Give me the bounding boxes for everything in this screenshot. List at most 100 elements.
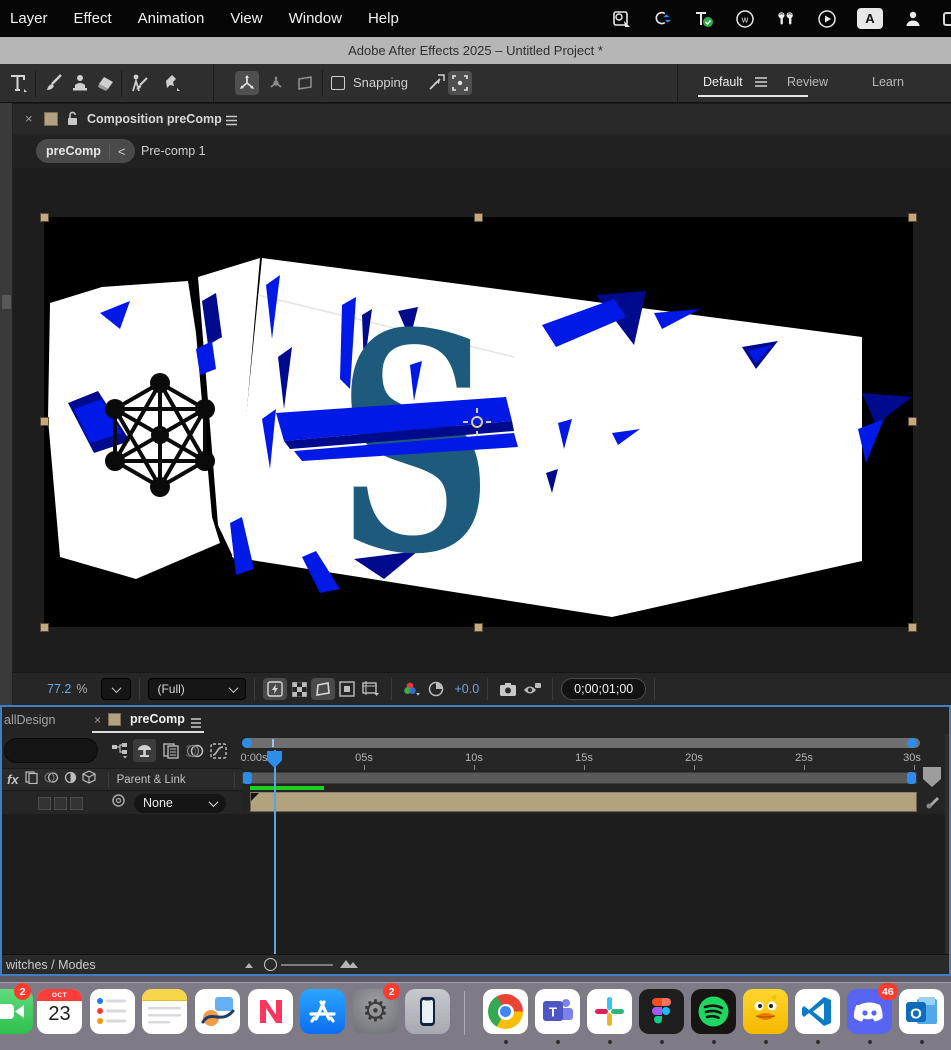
navigator-right-cap[interactable] bbox=[907, 738, 917, 748]
workspace-tab-review[interactable]: Review bbox=[787, 75, 828, 89]
graph-editor-icon[interactable] bbox=[207, 739, 230, 762]
dock-chrome[interactable] bbox=[483, 989, 528, 1034]
draft-3d-icon[interactable] bbox=[133, 739, 156, 762]
brush-tool[interactable] bbox=[42, 71, 66, 95]
menu-layer[interactable]: Layer bbox=[10, 10, 48, 27]
parent-link-header[interactable]: Parent & Link bbox=[117, 774, 186, 786]
comp-mini-flowchart-icon[interactable] bbox=[108, 739, 131, 762]
dock-iphone-mirroring[interactable] bbox=[405, 989, 450, 1034]
switches-modes-toggle[interactable]: witches / Modes bbox=[6, 958, 96, 972]
dock-teams[interactable]: T bbox=[535, 989, 580, 1034]
timeline-tab-alldesign[interactable]: allDesign bbox=[4, 713, 55, 727]
clone-stamp-tool[interactable] bbox=[68, 71, 92, 95]
selection-handle-mid-right[interactable] bbox=[908, 417, 917, 426]
timecode-display[interactable]: 0;00;01;00 bbox=[561, 678, 646, 700]
unlock-icon[interactable] bbox=[66, 111, 79, 131]
type-tool[interactable] bbox=[6, 71, 30, 95]
comp-marker-icon[interactable] bbox=[924, 793, 942, 816]
fx-column-icon[interactable]: fx bbox=[7, 772, 19, 787]
workspace-tab-default[interactable]: Default bbox=[703, 75, 743, 89]
breadcrumb-current-comp[interactable]: preComp < bbox=[36, 139, 135, 163]
time-ruler[interactable]: 0:00s 05s 10s 15s 20s 25s 30s bbox=[242, 750, 920, 770]
text-check-icon[interactable] bbox=[693, 8, 715, 30]
3d-layer-column-icon[interactable] bbox=[82, 770, 96, 789]
comp-canvas[interactable]: S bbox=[44, 217, 913, 627]
fast-preview-button[interactable] bbox=[263, 678, 287, 700]
selection-handle-bottom-center[interactable] bbox=[474, 623, 483, 632]
dock-calendar[interactable]: OCT 23 bbox=[37, 989, 82, 1034]
timeline-tab-label-color[interactable] bbox=[108, 713, 121, 726]
zoom-out-mountain-icon[interactable] bbox=[244, 956, 258, 974]
menu-effect[interactable]: Effect bbox=[74, 10, 112, 27]
comp-tab-label[interactable]: Composition preComp bbox=[87, 112, 222, 126]
menu-window[interactable]: Window bbox=[289, 10, 342, 27]
roto-brush-tool[interactable] bbox=[127, 71, 151, 95]
dock-notes[interactable] bbox=[142, 989, 187, 1034]
exposure-reset-icon[interactable] bbox=[424, 678, 448, 700]
breadcrumb-parent-comp[interactable]: Pre-comp 1 bbox=[141, 144, 206, 158]
dock-app-store[interactable] bbox=[300, 989, 345, 1034]
user-icon[interactable] bbox=[902, 8, 924, 30]
timeline-search-input[interactable] bbox=[4, 738, 98, 763]
resolution-dropdown[interactable]: (Full) bbox=[148, 678, 246, 700]
local-axis-mode-button[interactable] bbox=[235, 71, 259, 95]
workspace-tab-learn[interactable]: Learn bbox=[872, 75, 904, 89]
zoom-in-mountain-icon[interactable] bbox=[339, 956, 359, 974]
workspace-menu-icon[interactable] bbox=[752, 73, 770, 91]
layer-switch-1[interactable] bbox=[38, 797, 51, 810]
eraser-tool[interactable] bbox=[94, 71, 118, 95]
frame-blending-icon[interactable] bbox=[159, 739, 182, 762]
composition-viewer[interactable]: S bbox=[13, 168, 951, 672]
airpods-icon[interactable] bbox=[775, 8, 797, 30]
selection-handle-top-left[interactable] bbox=[40, 213, 49, 222]
work-area-start-handle[interactable] bbox=[243, 772, 252, 784]
view-axis-mode-button[interactable] bbox=[293, 71, 317, 95]
region-of-interest-button[interactable] bbox=[335, 678, 359, 700]
selection-handle-bottom-left[interactable] bbox=[40, 623, 49, 632]
comp-panel-menu-icon[interactable] bbox=[225, 113, 238, 131]
dock-freeform[interactable] bbox=[195, 989, 240, 1034]
zoom-dropdown-button[interactable] bbox=[101, 678, 131, 700]
channel-rgb-button[interactable] bbox=[400, 678, 424, 700]
dock-figma[interactable] bbox=[639, 989, 684, 1034]
frame-blend-column-icon[interactable] bbox=[25, 771, 39, 789]
dock-reminders[interactable] bbox=[90, 989, 135, 1034]
dock-vscode[interactable] bbox=[795, 989, 840, 1034]
menu-animation[interactable]: Animation bbox=[138, 10, 205, 27]
timeline-zoom-slider-knob[interactable] bbox=[264, 958, 277, 971]
snapping-checkbox[interactable] bbox=[331, 76, 345, 90]
layer-row[interactable]: None bbox=[2, 792, 242, 814]
world-axis-mode-button[interactable] bbox=[264, 71, 288, 95]
parent-pickwhip-icon[interactable] bbox=[111, 793, 126, 813]
transparency-grid-button[interactable] bbox=[287, 678, 311, 700]
playhead-line[interactable] bbox=[274, 750, 276, 956]
show-snapshot-icon[interactable] bbox=[520, 678, 544, 700]
layer-duration-bar[interactable] bbox=[250, 792, 917, 812]
guides-options-button[interactable] bbox=[359, 678, 383, 700]
timeline-tab-precomp[interactable]: preComp bbox=[130, 712, 185, 726]
window-title-bar[interactable]: Adobe After Effects 2025 – Untitled Proj… bbox=[0, 37, 951, 64]
w-circle-icon[interactable]: w bbox=[734, 8, 756, 30]
puppet-pin-tool[interactable] bbox=[160, 71, 184, 95]
dock-slack[interactable] bbox=[587, 989, 632, 1034]
work-area-end-handle[interactable] bbox=[907, 772, 916, 784]
navigator-left-cap[interactable] bbox=[242, 738, 252, 748]
layer-switch-3[interactable] bbox=[70, 797, 83, 810]
comp-marker-bin[interactable] bbox=[923, 767, 941, 787]
comp-label-color[interactable] bbox=[44, 112, 58, 126]
screen-capture-icon[interactable] bbox=[611, 8, 633, 30]
menu-help[interactable]: Help bbox=[368, 10, 399, 27]
zoom-value[interactable]: 77.2 bbox=[47, 682, 71, 696]
breadcrumb-back-icon[interactable]: < bbox=[109, 144, 126, 159]
creative-cloud-sync-icon[interactable] bbox=[652, 8, 674, 30]
comp-tab-close-icon[interactable]: × bbox=[25, 111, 33, 126]
dock-cyberduck[interactable] bbox=[743, 989, 788, 1034]
input-source-badge[interactable]: A bbox=[857, 8, 883, 29]
selection-handle-top-center[interactable] bbox=[474, 213, 483, 222]
mask-visibility-button[interactable] bbox=[311, 678, 335, 700]
timeline-navigator-bar[interactable] bbox=[242, 738, 920, 748]
selection-handle-top-right[interactable] bbox=[908, 213, 917, 222]
selection-handle-bottom-right[interactable] bbox=[908, 623, 917, 632]
parent-link-dropdown[interactable]: None bbox=[134, 794, 226, 813]
work-area-bar[interactable] bbox=[242, 772, 917, 784]
